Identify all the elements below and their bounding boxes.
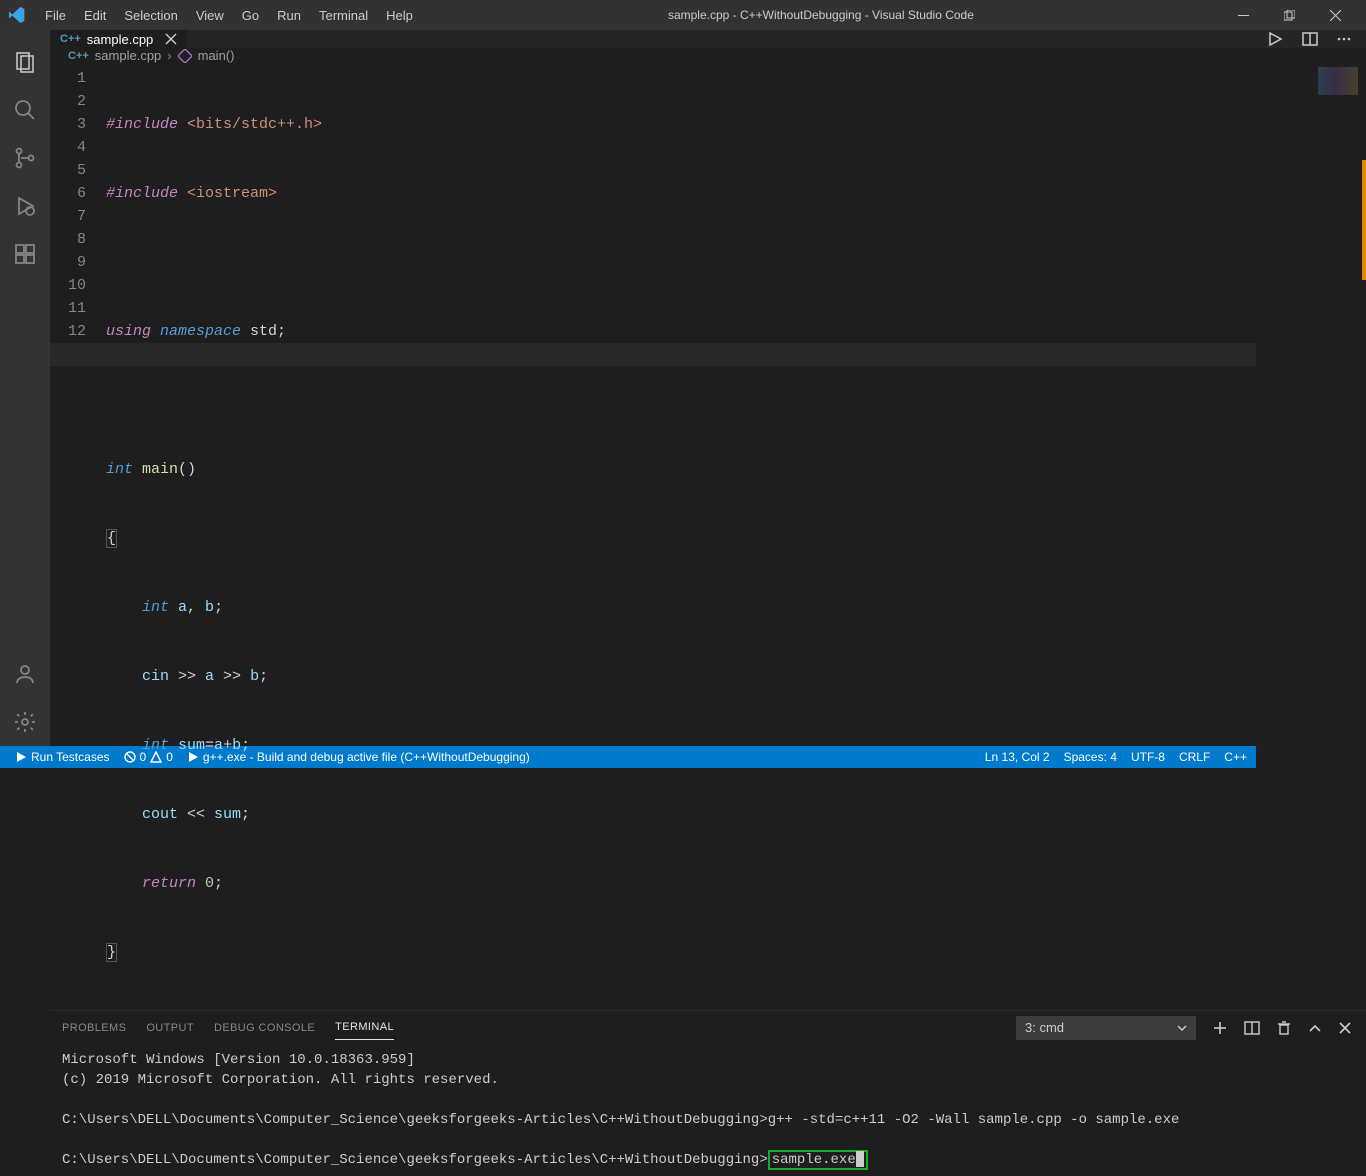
chevron-right-icon: › xyxy=(167,48,171,63)
symbol-method-icon xyxy=(178,49,192,63)
accounts-icon[interactable] xyxy=(1,650,49,698)
source-control-icon[interactable] xyxy=(1,134,49,182)
code-content[interactable]: #include <bits/stdc++.h> #include <iostr… xyxy=(106,63,1366,1010)
tabs-row: C++ sample.cpp xyxy=(50,30,1366,48)
tab-close-icon[interactable] xyxy=(165,33,177,45)
maximize-panel-icon[interactable] xyxy=(1308,1021,1322,1035)
panel-tab-terminal[interactable]: TERMINAL xyxy=(335,1015,394,1040)
explorer-icon[interactable] xyxy=(1,38,49,86)
window-title: sample.cpp - C++WithoutDebugging - Visua… xyxy=(422,8,1220,22)
editor-area: C++ sample.cpp C++ sample.c xyxy=(50,30,1366,746)
close-button[interactable] xyxy=(1312,0,1358,30)
tab-filename: sample.cpp xyxy=(87,32,153,47)
menu-view[interactable]: View xyxy=(187,4,233,27)
panel-tab-debug-console[interactable]: DEBUG CONSOLE xyxy=(214,1016,315,1040)
menu-run[interactable]: Run xyxy=(268,4,310,27)
menu-terminal[interactable]: Terminal xyxy=(310,4,377,27)
menu-bar: File Edit Selection View Go Run Terminal… xyxy=(36,4,422,27)
search-icon[interactable] xyxy=(1,86,49,134)
scroll-marker xyxy=(1362,160,1366,280)
panel-tab-output[interactable]: OUTPUT xyxy=(146,1016,194,1040)
menu-selection[interactable]: Selection xyxy=(115,4,186,27)
run-file-icon[interactable] xyxy=(1266,30,1284,48)
chevron-down-icon xyxy=(1177,1023,1187,1033)
breadcrumb-symbol: main() xyxy=(198,48,235,63)
cpp-file-icon: C++ xyxy=(60,33,81,45)
split-terminal-icon[interactable] xyxy=(1244,1020,1260,1036)
breadcrumb-file: sample.cpp xyxy=(95,48,161,63)
split-editor-icon[interactable] xyxy=(1302,31,1318,47)
maximize-button[interactable] xyxy=(1266,0,1312,30)
more-actions-icon[interactable] xyxy=(1336,31,1352,47)
settings-gear-icon[interactable] xyxy=(1,698,49,746)
vscode-logo-icon xyxy=(8,6,26,24)
kill-terminal-icon[interactable] xyxy=(1276,1020,1292,1036)
editor-actions xyxy=(1266,30,1366,48)
bottom-panel: PROBLEMS OUTPUT DEBUG CONSOLE TERMINAL 3… xyxy=(50,1010,1366,1176)
title-bar: File Edit Selection View Go Run Terminal… xyxy=(0,0,1366,30)
cpp-file-icon: C++ xyxy=(68,50,89,62)
tab-sample-cpp[interactable]: C++ sample.cpp xyxy=(50,30,187,48)
extensions-icon[interactable] xyxy=(1,230,49,278)
run-debug-icon[interactable] xyxy=(1,182,49,230)
new-terminal-icon[interactable] xyxy=(1212,1020,1228,1036)
panel-tab-problems[interactable]: PROBLEMS xyxy=(62,1016,126,1040)
terminal-output[interactable]: Microsoft Windows [Version 10.0.18363.95… xyxy=(50,1044,1366,1176)
breadcrumb[interactable]: C++ sample.cpp › main() xyxy=(50,48,1366,63)
minimize-button[interactable] xyxy=(1220,0,1266,30)
menu-help[interactable]: Help xyxy=(377,4,422,27)
menu-file[interactable]: File xyxy=(36,4,75,27)
line-gutter: 123 456 789 101112 13 xyxy=(50,63,106,1010)
window-controls xyxy=(1220,0,1358,30)
close-panel-icon[interactable] xyxy=(1338,1021,1352,1035)
minimap[interactable] xyxy=(1256,63,1366,1010)
menu-edit[interactable]: Edit xyxy=(75,4,115,27)
menu-go[interactable]: Go xyxy=(233,4,268,27)
panel-tabs: PROBLEMS OUTPUT DEBUG CONSOLE TERMINAL 3… xyxy=(50,1011,1366,1044)
code-editor[interactable]: 123 456 789 101112 13 #include <bits/std… xyxy=(50,63,1366,1010)
terminal-selector-dropdown[interactable]: 3: cmd xyxy=(1016,1016,1196,1040)
activity-bar xyxy=(0,30,50,746)
